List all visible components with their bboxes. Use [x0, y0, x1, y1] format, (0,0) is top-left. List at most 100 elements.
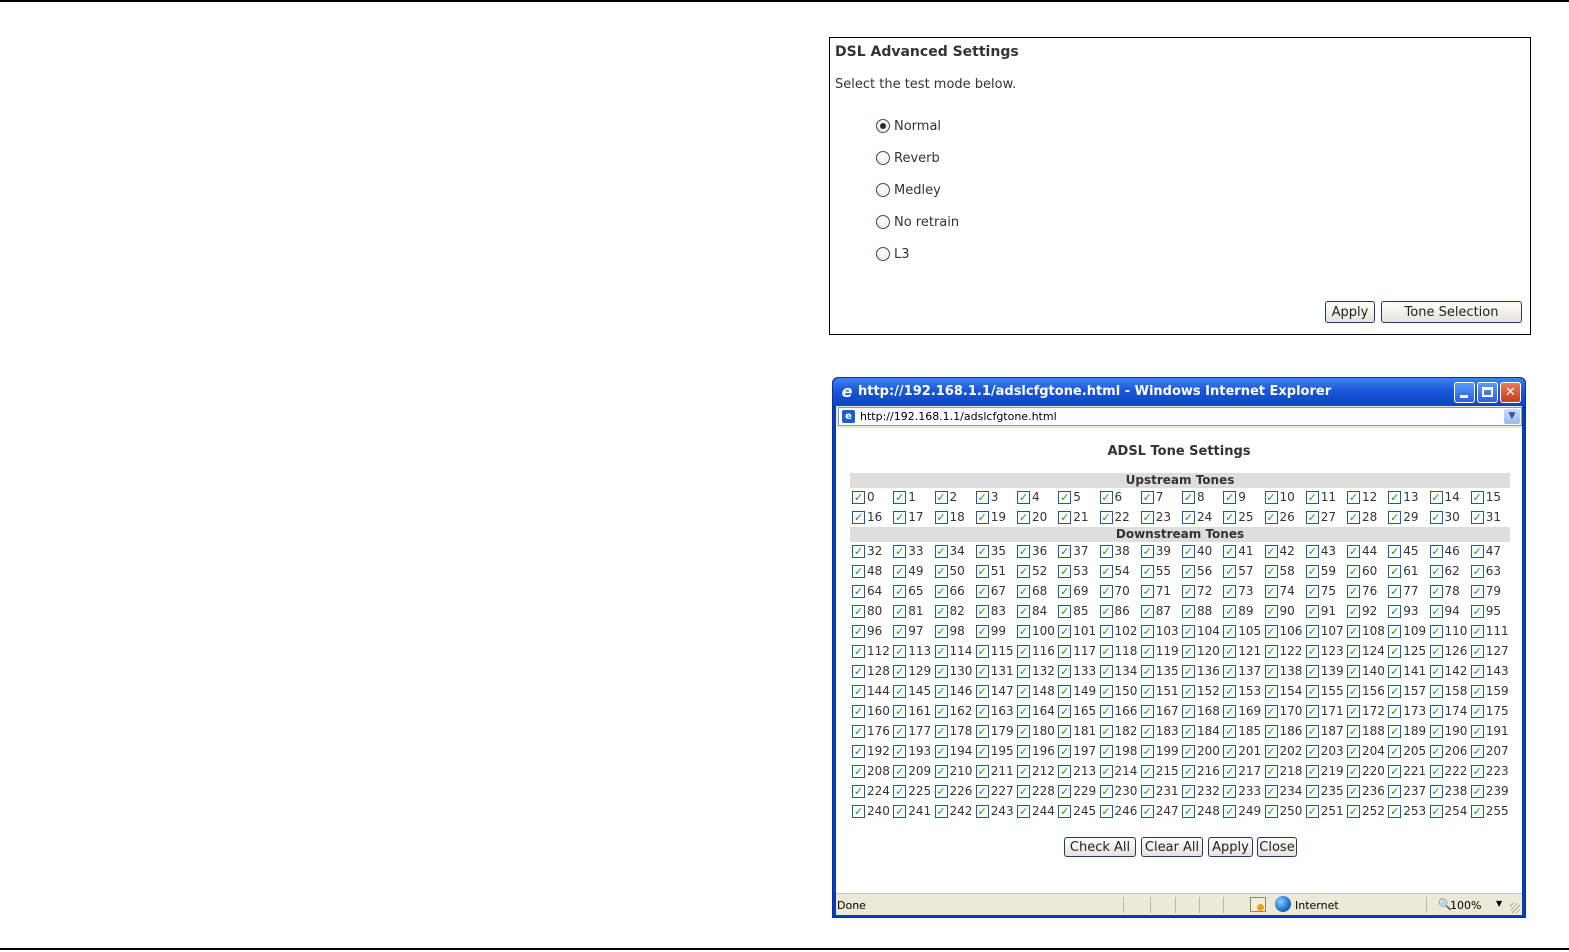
tone-item[interactable]: ✓ 224	[852, 783, 893, 799]
tone-item[interactable]: ✓ 182	[1099, 723, 1141, 739]
tone-checkbox[interactable]: ✓	[1470, 624, 1484, 638]
tone-checkbox[interactable]: ✓	[1017, 644, 1030, 658]
radio-reverb[interactable]	[876, 151, 890, 165]
tone-checkbox[interactable]: ✓	[1223, 784, 1237, 798]
tone-item[interactable]: ✓ 101	[1058, 623, 1099, 639]
tone-checkbox[interactable]: ✓	[1182, 510, 1195, 524]
tone-item[interactable]: ✓ 135	[1140, 663, 1182, 679]
mode-option-normal[interactable]: Normal	[876, 117, 941, 135]
tone-item[interactable]: ✓ 80	[852, 603, 893, 619]
tone-close-button[interactable]: Close	[1257, 837, 1297, 857]
tone-item[interactable]: ✓ 87	[1140, 603, 1182, 619]
tone-item[interactable]: ✓ 99	[975, 623, 1017, 639]
tone-item[interactable]: ✓ 143	[1470, 663, 1512, 679]
tone-item[interactable]: ✓ 243	[975, 803, 1017, 819]
tone-checkbox[interactable]: ✓	[1347, 744, 1360, 758]
tone-checkbox[interactable]: ✓	[893, 664, 907, 678]
tone-checkbox[interactable]: ✓	[1347, 784, 1360, 798]
tone-item[interactable]: ✓ 75	[1305, 583, 1347, 599]
tone-checkbox[interactable]: ✓	[1058, 744, 1072, 758]
tone-item[interactable]: ✓ 207	[1470, 743, 1512, 759]
tone-checkbox[interactable]: ✓	[1223, 584, 1237, 598]
tone-checkbox[interactable]: ✓	[1099, 624, 1113, 638]
tone-item[interactable]: ✓ 56	[1182, 563, 1223, 579]
tone-item[interactable]: ✓ 251	[1305, 803, 1347, 819]
tone-item[interactable]: ✓ 91	[1305, 603, 1347, 619]
tone-item[interactable]: ✓ 22	[1099, 509, 1141, 525]
tone-checkbox[interactable]: ✓	[1017, 724, 1030, 738]
tone-checkbox[interactable]: ✓	[1223, 624, 1237, 638]
tone-item[interactable]: ✓ 229	[1058, 783, 1099, 799]
tone-item[interactable]: ✓ 95	[1470, 603, 1512, 619]
tone-checkbox[interactable]: ✓	[852, 544, 865, 558]
tone-checkbox[interactable]: ✓	[1470, 644, 1484, 658]
tone-item[interactable]: ✓ 227	[975, 783, 1017, 799]
minimize-button[interactable]	[1454, 382, 1475, 403]
tone-item[interactable]: ✓ 2	[934, 489, 976, 505]
tone-checkbox[interactable]: ✓	[1347, 644, 1360, 658]
tone-checkbox[interactable]: ✓	[1388, 584, 1402, 598]
radio-l3[interactable]	[876, 247, 890, 261]
tone-checkbox[interactable]: ✓	[1264, 684, 1278, 698]
tone-checkbox[interactable]: ✓	[934, 764, 948, 778]
tone-item[interactable]: ✓ 255	[1470, 803, 1512, 819]
tone-item[interactable]: ✓ 123	[1305, 643, 1347, 659]
tone-item[interactable]: ✓ 252	[1347, 803, 1388, 819]
tone-checkbox[interactable]: ✓	[1305, 684, 1319, 698]
tone-item[interactable]: ✓ 54	[1099, 563, 1141, 579]
tone-checkbox[interactable]: ✓	[1264, 724, 1278, 738]
tone-checkbox[interactable]: ✓	[1429, 624, 1443, 638]
tone-checkbox[interactable]: ✓	[1347, 510, 1360, 524]
tone-item[interactable]: ✓ 65	[893, 583, 934, 599]
tone-checkbox[interactable]: ✓	[1470, 490, 1484, 504]
tone-checkbox[interactable]: ✓	[852, 764, 865, 778]
tone-item[interactable]: ✓ 223	[1470, 763, 1512, 779]
tone-checkbox[interactable]: ✓	[1470, 564, 1484, 578]
tone-checkbox[interactable]: ✓	[1264, 764, 1278, 778]
radio-medley[interactable]	[876, 183, 890, 197]
tone-item[interactable]: ✓ 246	[1099, 803, 1141, 819]
tone-checkbox[interactable]: ✓	[1058, 764, 1072, 778]
tone-item[interactable]: ✓ 200	[1182, 743, 1223, 759]
tone-checkbox[interactable]: ✓	[934, 584, 948, 598]
tone-item[interactable]: ✓ 131	[975, 663, 1017, 679]
clear-all-button[interactable]: Clear All	[1141, 837, 1203, 857]
tone-checkbox[interactable]: ✓	[1429, 664, 1443, 678]
tone-item[interactable]: ✓ 136	[1182, 663, 1223, 679]
tone-checkbox[interactable]: ✓	[934, 724, 948, 738]
tone-checkbox[interactable]: ✓	[893, 744, 907, 758]
tone-item[interactable]: ✓ 20	[1017, 509, 1058, 525]
tone-checkbox[interactable]: ✓	[975, 784, 989, 798]
tone-item[interactable]: ✓ 176	[852, 723, 893, 739]
tone-checkbox[interactable]: ✓	[1388, 664, 1402, 678]
address-dropdown-icon[interactable]: ▼	[1504, 409, 1520, 424]
tone-checkbox[interactable]: ✓	[1099, 784, 1113, 798]
tone-checkbox[interactable]: ✓	[975, 544, 989, 558]
tone-item[interactable]: ✓ 19	[975, 509, 1017, 525]
tone-checkbox[interactable]: ✓	[1182, 584, 1195, 598]
tone-checkbox[interactable]: ✓	[1264, 664, 1278, 678]
tone-checkbox[interactable]: ✓	[893, 684, 907, 698]
tone-item[interactable]: ✓ 24	[1182, 509, 1223, 525]
tone-item[interactable]: ✓ 114	[934, 643, 976, 659]
tone-checkbox[interactable]: ✓	[1182, 490, 1195, 504]
tone-item[interactable]: ✓ 225	[893, 783, 934, 799]
tone-checkbox[interactable]: ✓	[1347, 704, 1360, 718]
tone-item[interactable]: ✓ 25	[1223, 509, 1264, 525]
tone-selection-button[interactable]: Tone Selection	[1381, 301, 1522, 323]
tone-checkbox[interactable]: ✓	[1140, 724, 1154, 738]
tone-item[interactable]: ✓ 122	[1264, 643, 1306, 659]
tone-item[interactable]: ✓ 118	[1099, 643, 1141, 659]
tone-checkbox[interactable]: ✓	[1099, 564, 1113, 578]
tone-checkbox[interactable]: ✓	[934, 704, 948, 718]
tone-checkbox[interactable]: ✓	[1223, 744, 1237, 758]
tone-item[interactable]: ✓ 100	[1017, 623, 1058, 639]
tone-item[interactable]: ✓ 244	[1017, 803, 1058, 819]
tone-item[interactable]: ✓ 208	[852, 763, 893, 779]
tone-checkbox[interactable]: ✓	[1305, 564, 1319, 578]
tone-checkbox[interactable]: ✓	[1429, 704, 1443, 718]
tone-item[interactable]: ✓ 158	[1429, 683, 1471, 699]
tone-item[interactable]: ✓ 240	[852, 803, 893, 819]
tone-checkbox[interactable]: ✓	[1305, 744, 1319, 758]
tone-checkbox[interactable]: ✓	[1017, 744, 1030, 758]
